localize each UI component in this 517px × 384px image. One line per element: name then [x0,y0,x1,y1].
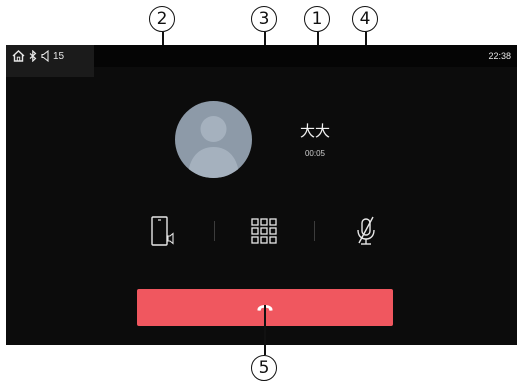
phone-speaker-icon [151,216,174,246]
mic-muted-icon [357,216,375,245]
callout-2: 2 [149,6,175,32]
callout-5-leader [264,305,266,355]
status-clock: 22:38 [488,51,511,61]
volume-icon [41,50,49,62]
default-avatar-icon [188,116,239,178]
status-bar-left: 15 [6,45,94,77]
keypad-icon [251,218,277,244]
bluetooth-icon [29,50,37,62]
volume-level: 15 [53,50,65,62]
phone-audio-switch-button[interactable] [149,215,177,247]
callout-4: 4 [352,6,378,32]
call-duration: 00:05 [304,149,326,158]
caller-avatar [175,101,252,178]
control-divider-1 [214,221,215,241]
callout-1: 1 [304,6,330,32]
caller-name: 大大 [299,122,330,140]
mute-button[interactable] [352,215,380,247]
callout-3: 3 [251,6,277,32]
home-icon[interactable] [12,50,25,62]
callout-5: 5 [251,355,277,381]
call-screen: 15 22:38 大大 00:05 [6,45,517,345]
control-divider-2 [314,221,315,241]
keypad-button[interactable] [250,215,278,247]
